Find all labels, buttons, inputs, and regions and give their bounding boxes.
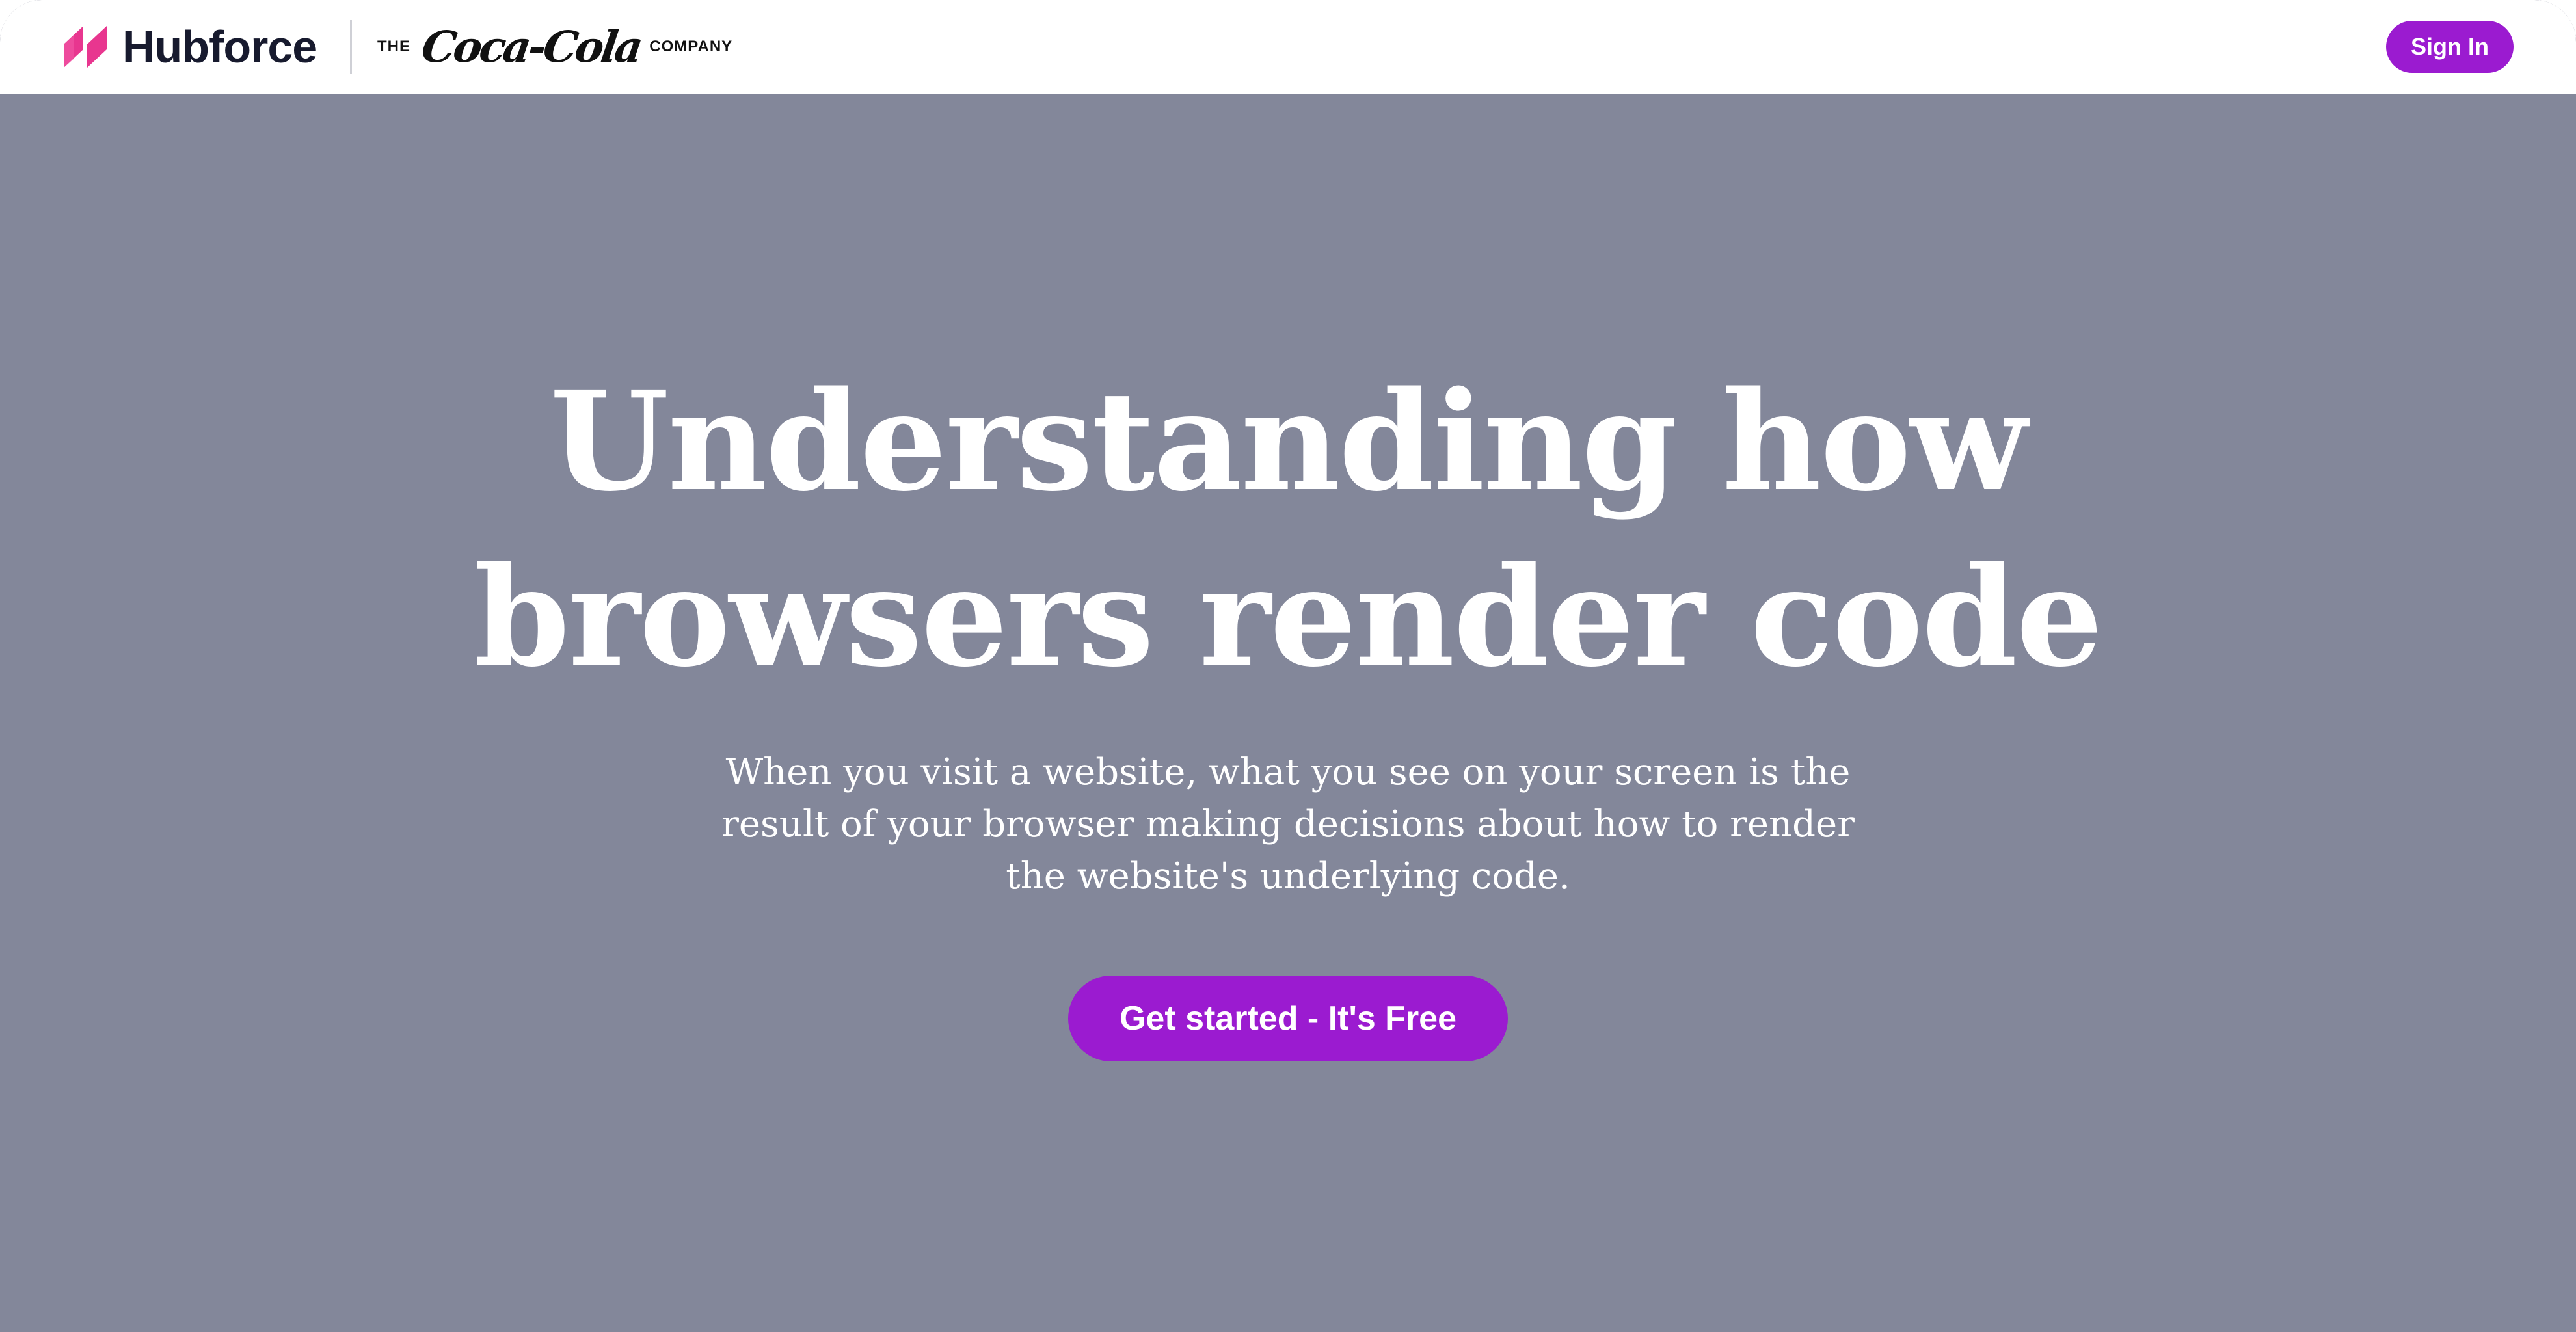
hero-subtitle: When you visit a website, what you see o… (721, 751, 1855, 898)
hubforce-logo-icon (64, 26, 107, 68)
coca-cola-wordmark: Coca-Cola (418, 21, 644, 72)
brand-home-link[interactable]: Hubforce (64, 23, 317, 70)
partner-prefix: THE (377, 38, 410, 55)
landing-page: Hubforce THE Coca-Cola COMPANY Sign In U… (0, 0, 2576, 1332)
partner-suffix: COMPANY (649, 38, 733, 55)
get-started-button[interactable]: Get started - It's Free (1068, 976, 1508, 1061)
partner-logo: THE Coca-Cola COMPANY (377, 20, 732, 74)
hero-title: Understanding how browsers render code (474, 361, 2103, 697)
hero-section: Understanding how browsers render code W… (0, 94, 2576, 1332)
brand-name: Hubforce (122, 21, 317, 72)
sign-in-button[interactable]: Sign In (2386, 21, 2514, 73)
top-navigation-bar: Hubforce THE Coca-Cola COMPANY Sign In (0, 0, 2576, 94)
brand-divider (350, 20, 352, 74)
